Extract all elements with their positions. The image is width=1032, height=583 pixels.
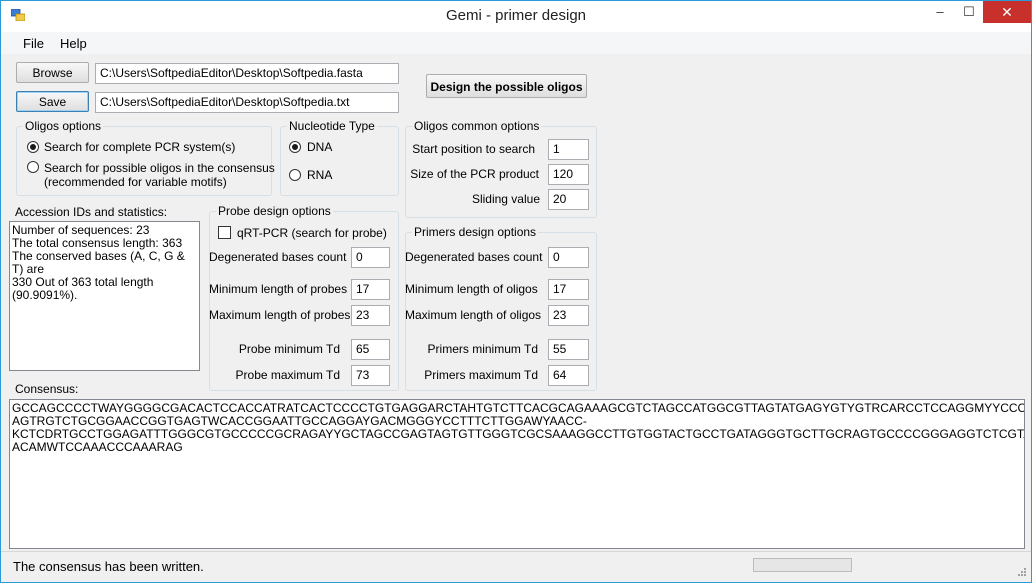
consensus-textbox[interactable]: GCCAGCCCCTWAYGGGGCGACACTCCACCATRATCACTCC… (9, 399, 1025, 549)
primers-degenerated-input[interactable]: 0 (548, 247, 589, 268)
probe-min-td-input[interactable]: 65 (351, 339, 390, 360)
group-title: Primers design options (412, 225, 539, 239)
group-title: Oligos options (23, 119, 104, 133)
group-title: Oligos common options (412, 119, 542, 133)
menu-bar: File Help (1, 32, 1031, 54)
probe-min-td-label: Probe minimum Td (238, 342, 340, 356)
consensus-oligos-radio[interactable] (27, 161, 39, 173)
save-button[interactable]: Save (16, 91, 89, 112)
qrt-pcr-checkbox[interactable] (218, 226, 231, 239)
browse-button[interactable]: Browse (16, 62, 89, 83)
stat-line: 330 Out of 363 total length (90.9091%). (12, 275, 154, 302)
sliding-value-input[interactable]: 20 (548, 189, 589, 210)
primers-degenerated-label: Degenerated bases count (405, 250, 543, 264)
probe-max-td-label: Probe maximum Td (235, 368, 340, 382)
consensus-oligos-hint: (recommended for variable motifs) (44, 175, 227, 189)
rna-label[interactable]: RNA (307, 168, 332, 182)
start-position-label: Start position to search (412, 142, 535, 156)
primers-min-td-input[interactable]: 55 (548, 339, 589, 360)
dna-label[interactable]: DNA (307, 140, 332, 154)
nucleotide-type-group: Nucleotide Type (280, 119, 399, 196)
status-bar: The consensus has been written. (1, 551, 1031, 582)
consensus-oligos-label[interactable]: Search for possible oligos in the consen… (44, 161, 275, 175)
probe-degenerated-label: Degenerated bases count (209, 250, 347, 264)
dna-radio[interactable] (289, 141, 301, 153)
primers-min-td-label: Primers minimum Td (427, 342, 538, 356)
primers-max-td-input[interactable]: 64 (548, 365, 589, 386)
maximize-button[interactable]: ☐ (954, 1, 984, 23)
accession-title: Accession IDs and statistics: (15, 205, 168, 219)
pcr-size-input[interactable]: 120 (548, 164, 589, 185)
primers-max-length-input[interactable]: 23 (548, 305, 589, 326)
status-text: The consensus has been written. (13, 559, 204, 574)
primers-min-length-label: Minimum length of oligos (405, 282, 538, 296)
probe-max-length-input[interactable]: 23 (351, 305, 390, 326)
title-bar[interactable]: Gemi - primer design – ☐ ✕ (1, 1, 1031, 32)
qrt-pcr-label[interactable]: qRT-PCR (search for probe) (237, 226, 387, 240)
rna-radio[interactable] (289, 169, 301, 181)
primers-max-length-label: Maximum length of oligos (405, 308, 542, 322)
probe-max-length-label: Maximum length of probes (209, 308, 351, 322)
minimize-button[interactable]: – (925, 1, 955, 23)
probe-max-td-input[interactable]: 73 (351, 365, 390, 386)
consensus-line: ACAMWTCCAAACCCAAARAG (12, 440, 183, 454)
close-button[interactable]: ✕ (983, 1, 1031, 23)
window-title: Gemi - primer design (445, 7, 587, 24)
consensus-label: Consensus: (15, 382, 79, 396)
design-oligos-button[interactable]: Design the possible oligos (426, 74, 587, 98)
txt-path-input[interactable]: C:\Users\SoftpediaEditor\Desktop\Softped… (95, 92, 399, 113)
stat-line: The conserved bases (A, C, G & T) are (12, 249, 185, 276)
menu-help[interactable]: Help (60, 36, 87, 51)
probe-degenerated-input[interactable]: 0 (351, 247, 390, 268)
start-position-input[interactable]: 1 (548, 139, 589, 160)
group-title: Nucleotide Type (287, 119, 377, 133)
pcr-size-label: Size of the PCR product (410, 167, 539, 181)
complete-pcr-radio[interactable] (27, 141, 39, 153)
group-title: Probe design options (216, 204, 333, 218)
progress-bar (753, 558, 852, 572)
probe-min-length-label: Minimum length of probes (209, 282, 348, 296)
complete-pcr-label[interactable]: Search for complete PCR system(s) (44, 140, 235, 154)
resize-grip-icon[interactable] (1015, 567, 1027, 579)
menu-file[interactable]: File (23, 36, 44, 51)
primers-max-td-label: Primers maximum Td (424, 368, 538, 382)
main-window: Gemi - primer design – ☐ ✕ File Help Bro… (0, 0, 1032, 583)
accession-stats-box[interactable]: Number of sequences: 23 The total consen… (9, 221, 200, 371)
probe-min-length-input[interactable]: 17 (351, 279, 390, 300)
primers-min-length-input[interactable]: 17 (548, 279, 589, 300)
fasta-path-input[interactable]: C:\Users\SoftpediaEditor\Desktop\Softped… (95, 63, 399, 84)
sliding-value-label: Sliding value (471, 192, 540, 206)
